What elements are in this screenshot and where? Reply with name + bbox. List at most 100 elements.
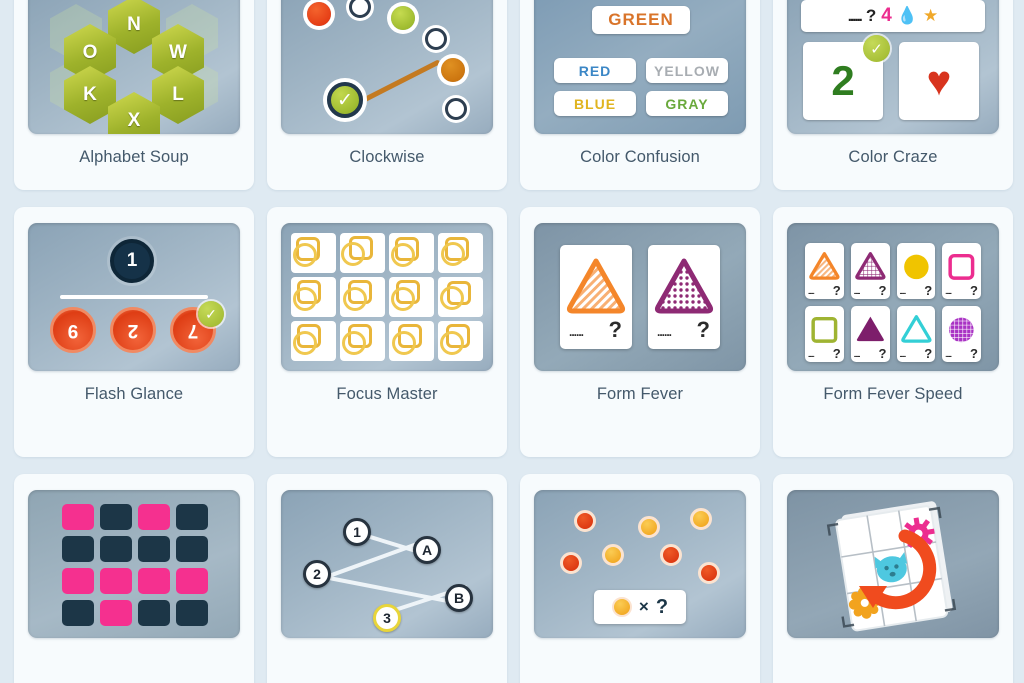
focus-cell[interactable] — [340, 321, 385, 361]
speed-card-3[interactable]: ...... ? — [896, 243, 936, 299]
thumbnail-grid-memory — [28, 490, 240, 638]
form-card-orange[interactable]: ...... ? — [560, 245, 632, 349]
speed-card-8[interactable]: ...... ? — [942, 305, 981, 362]
dot-yellow — [602, 544, 624, 566]
dot-red[interactable] — [307, 2, 331, 26]
question-bar: × ? — [594, 590, 686, 624]
memory-cell-off[interactable] — [62, 600, 94, 626]
dot-red — [660, 544, 682, 566]
focus-cell[interactable] — [291, 321, 336, 361]
speed-card-5[interactable]: ...... ? — [805, 305, 844, 362]
focus-cell[interactable] — [340, 277, 385, 317]
answer-card-heart[interactable]: ♥ — [899, 42, 979, 120]
star-icon: ★ — [922, 6, 939, 25]
focus-cell[interactable] — [389, 321, 434, 361]
thumbnail-form-fever: ...... ? ...... ? — [534, 223, 746, 371]
game-card-color-craze[interactable]: ...... ? 4 💧 ★ 2 ✓ ♥ Color Craze — [773, 0, 1013, 190]
focus-cell[interactable] — [340, 233, 385, 273]
form-question: ? — [832, 282, 841, 298]
thumbnail-color-craze: ...... ? 4 💧 ★ 2 ✓ ♥ — [787, 0, 999, 134]
focus-cell[interactable] — [438, 233, 483, 273]
prompt-word-text: GREEN — [608, 10, 674, 29]
memory-cell-off[interactable] — [62, 536, 94, 562]
game-card-form-fever[interactable]: ...... ? ...... ? Form Fever — [520, 207, 760, 457]
game-card-flash-glance[interactable]: 1 9 2 7 ✓ Flash Glance — [14, 207, 254, 457]
focus-cell[interactable] — [291, 233, 336, 273]
memory-cell-on[interactable] — [100, 568, 132, 594]
memory-cell-off[interactable] — [176, 536, 208, 562]
droplet-icon: 💧 — [896, 6, 918, 25]
focus-cell[interactable] — [291, 277, 336, 317]
option-gray[interactable]: GRAY — [646, 91, 728, 116]
speed-card-4[interactable]: ...... ? — [942, 243, 981, 299]
option-blue[interactable]: BLUE — [554, 91, 636, 116]
memory-cell-on[interactable] — [138, 504, 170, 530]
option-red[interactable]: RED — [554, 58, 636, 83]
speed-card-6[interactable]: ...... ? — [850, 305, 890, 362]
answer-card-number[interactable]: 2 ✓ — [803, 35, 890, 120]
thumbnail-color-confusion: GREEN RED YELLOW BLUE GRAY — [534, 0, 746, 134]
game-label: Flash Glance — [84, 385, 184, 403]
game-card-grid-memory[interactable] — [14, 474, 254, 683]
form-dots: ...... — [569, 325, 584, 339]
dot-empty[interactable] — [349, 0, 371, 18]
node-label: A — [421, 542, 433, 558]
focus-cell[interactable] — [389, 233, 434, 273]
node-3-highlighted[interactable]: 3 — [373, 604, 401, 632]
memory-cell-on[interactable] — [62, 504, 94, 530]
game-card-node-switch[interactable]: 1 A 2 B 3 — [267, 474, 507, 683]
answer-tile-2[interactable]: 2 — [110, 307, 156, 353]
dot-empty[interactable] — [425, 28, 447, 50]
hex-letter: W — [169, 42, 187, 63]
game-card-color-confusion[interactable]: GREEN RED YELLOW BLUE GRAY Color Confusi… — [520, 0, 760, 190]
dot-orange[interactable] — [441, 58, 465, 82]
tile-value: 9 — [67, 320, 79, 341]
dot-red — [560, 552, 582, 574]
check-icon: ✓ — [198, 301, 224, 327]
form-card-purple[interactable]: ...... ? — [648, 245, 720, 349]
thumbnail-wrapper — [773, 474, 1013, 638]
option-yellow[interactable]: YELLOW — [646, 58, 728, 83]
game-card-alphabet-soup[interactable]: N O W K L X Alphabet Soup — [14, 0, 254, 190]
node-1[interactable]: 1 — [343, 518, 371, 546]
memory-cell-off[interactable] — [100, 536, 132, 562]
form-dots: ...... — [899, 288, 907, 296]
speed-card-2[interactable]: ...... ? — [850, 243, 890, 299]
speed-card-7[interactable]: ...... ? — [896, 305, 936, 362]
focus-cell[interactable] — [389, 277, 434, 317]
memory-cell-off[interactable] — [100, 504, 132, 530]
game-card-dot-counting[interactable]: × ? — [520, 474, 760, 683]
speed-grid: ...... ? ...... ? ...... ? ...... ? ....… — [805, 243, 981, 362]
game-card-clockwise[interactable]: ✓ Clockwise — [267, 0, 507, 190]
option-label: BLUE — [573, 95, 617, 112]
memory-cell-on[interactable] — [100, 600, 132, 626]
memory-cell-on[interactable] — [176, 568, 208, 594]
dot-empty[interactable] — [445, 98, 467, 120]
form-dots: ...... — [945, 351, 952, 359]
form-dots: ...... — [853, 351, 861, 359]
node-a[interactable]: A — [413, 536, 441, 564]
dot-green[interactable] — [391, 6, 415, 30]
focus-cell[interactable] — [438, 277, 483, 317]
heart-icon: ♥ — [926, 57, 952, 104]
speed-card-1[interactable]: ...... ? — [805, 243, 844, 299]
node-2[interactable]: 2 — [303, 560, 331, 588]
memory-cell-off[interactable] — [176, 504, 208, 530]
node-label: 3 — [383, 610, 391, 626]
game-card-focus-master[interactable]: Focus Master — [267, 207, 507, 457]
form-dots: ...... — [808, 288, 815, 296]
dot-active-check[interactable]: ✓ — [327, 82, 363, 118]
memory-cell-off[interactable] — [138, 600, 170, 626]
answer-tile-1[interactable]: 9 — [50, 307, 96, 353]
game-card-memory-refresh[interactable] — [773, 474, 1013, 683]
thumbnail-wrapper: × ? — [520, 474, 760, 638]
thumbnail-wrapper: 1 9 2 7 ✓ — [14, 207, 254, 371]
memory-cell-on[interactable] — [62, 568, 94, 594]
memory-cell-off[interactable] — [176, 600, 208, 626]
game-card-form-fever-speed[interactable]: ...... ? ...... ? ...... ? ...... ? ....… — [773, 207, 1013, 457]
focus-cell[interactable] — [438, 321, 483, 361]
node-b[interactable]: B — [445, 584, 473, 612]
memory-cell-off[interactable] — [138, 536, 170, 562]
node-label: 1 — [353, 524, 361, 540]
memory-cell-on[interactable] — [138, 568, 170, 594]
